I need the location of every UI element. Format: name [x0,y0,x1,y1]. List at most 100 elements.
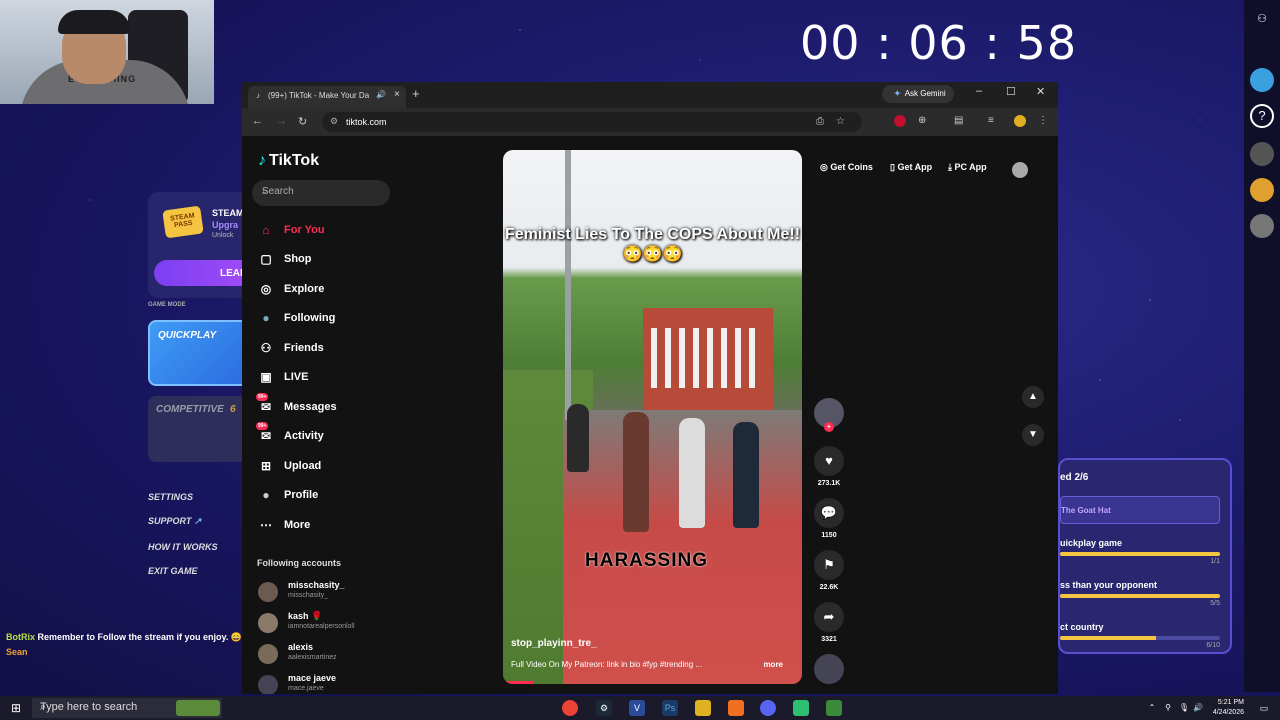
tiktok-favicon-icon: ♪ [256,91,260,100]
exit-game-link[interactable]: EXIT GAME [148,566,198,576]
reload-icon[interactable]: ↻ [298,115,307,128]
extension-icon[interactable] [894,115,906,127]
users-icon[interactable]: ⚇ [1250,12,1274,36]
viewer-avatar[interactable] [1250,214,1274,238]
nav-explore[interactable]: ◎ Explore [258,279,458,303]
network-icon[interactable]: ⚲ [1160,700,1176,716]
video-username[interactable]: stop_playinn_tre_ [511,638,597,649]
music-disc[interactable] [810,654,848,684]
back-icon[interactable]: ← [252,115,263,127]
file-explorer-icon[interactable] [695,700,711,716]
like-button[interactable]: ♥ 273.1K [810,446,848,487]
follow-plus-icon[interactable]: + [824,422,834,432]
volume-icon[interactable]: 🔊 [1190,700,1206,716]
music-disc-icon [814,654,844,684]
quickplay-card[interactable]: QUICKPLAY [148,320,248,386]
ask-gemini-button[interactable]: ✦ Ask Gemini [882,85,954,103]
following-account[interactable]: misschasity_ misschasity_ [258,580,458,608]
new-tab-button[interactable]: + [412,86,420,101]
nav-upload[interactable]: ⊞ Upload [258,456,458,480]
nav-live[interactable]: ▣ LIVE [258,367,458,391]
quest-label: uickplay game [1060,538,1123,548]
learn-more-button[interactable]: LEAR [154,260,254,286]
nav-activity[interactable]: ✉ 99+ Activity [256,422,458,450]
settings-link[interactable]: SETTINGS [148,492,193,502]
notifications-icon[interactable]: ▭ [1256,700,1272,716]
user-avatar[interactable] [1012,162,1028,178]
speaker-icon[interactable]: 🔊 [376,90,386,99]
nav-more[interactable]: ⋯ More [258,515,458,539]
get-app-label: Get App [897,162,933,172]
viewer-avatar[interactable] [1250,142,1274,166]
video-progress-bar[interactable] [503,681,533,684]
video-person [733,422,759,528]
help-icon[interactable]: ? [1250,104,1274,128]
coin-icon: ◎ [820,162,828,172]
maps-icon[interactable] [826,700,842,716]
following-account[interactable]: mace jaeve mace.jaeve [258,673,458,694]
nav-shop[interactable]: ▢ Shop [258,249,458,273]
forward-icon[interactable]: → [276,115,287,127]
tab-search-icon[interactable]: ▤ [954,115,963,126]
address-bar[interactable]: ⚙ tiktok.com ☆ ⎙ [322,112,862,132]
comment-button[interactable]: 💬 1150 [810,498,848,539]
app-icon[interactable] [793,700,809,716]
following-account[interactable]: alexis aalexismartinez [258,642,458,670]
how-it-works-link[interactable]: HOW IT WORKS [148,542,218,552]
bookmark-star-icon[interactable]: ☆ [836,116,845,127]
video-player[interactable]: Feminist Lies To The COPS About Me!!😳😳😳 … [503,150,802,684]
browser-menu-icon[interactable]: ⋮ [1038,115,1048,126]
photoshop-icon[interactable]: Ps [662,700,678,716]
brave-icon[interactable] [728,700,744,716]
competitive-card[interactable]: COMPETITIVE 6 [148,396,248,462]
chrome-icon[interactable] [562,700,578,716]
creator-avatar[interactable]: + [810,398,848,432]
nav-friends[interactable]: ⚇ Friends [258,338,458,362]
tray-chevron-icon[interactable]: ⌃ [1144,700,1160,716]
get-app-button[interactable]: ▯ Get App [890,162,932,173]
viewer-avatar[interactable] [1250,178,1274,202]
nav-label: Profile [284,489,319,501]
pc-app-button[interactable]: ⤓ PC App [948,162,987,173]
media-controls-icon[interactable]: ≡ [988,115,994,126]
clock-date: 4/24/2026 [1212,709,1244,716]
chevron-down-icon[interactable]: ▼ [1022,424,1044,446]
activity-icon: ✉ [260,429,272,443]
profile-avatar-icon[interactable] [1014,115,1026,127]
tiktok-page: ♪ TikTok ⌕ Search ⌂ For You ▢ Shop ◎ Explore… [242,136,1058,694]
search-highlight-icon[interactable] [176,700,220,716]
maximize-button[interactable]: ☐ [1006,85,1016,98]
search-input[interactable]: ⌕ Search [252,180,390,206]
account-name: alexis [288,642,314,652]
discord-icon[interactable] [760,700,776,716]
viewer-avatar[interactable] [1250,68,1274,92]
minimize-button[interactable]: – [976,85,982,97]
browser-tab[interactable]: ♪ (99+) TikTok - Make Your Da 🔊 × [248,86,406,108]
nav-for-you[interactable]: ⌂ For You [258,220,458,244]
chevron-up-icon[interactable]: ▲ [1022,386,1044,408]
extensions-puzzle-icon[interactable]: ⊕ [918,115,926,126]
save-button[interactable]: ⚑ 22.6K [810,550,848,591]
clock-time: 5:21 PM [1217,699,1244,706]
windows-start-icon[interactable]: ⊞ [8,700,24,716]
tab-close-icon[interactable]: × [394,89,400,100]
get-coins-button[interactable]: ◎ Get Coins [820,162,873,173]
steam-icon[interactable]: ⚙ [596,700,612,716]
video-person [679,418,705,528]
window-close-button[interactable]: ✕ [1036,85,1045,98]
nav-messages[interactable]: ✉ 99+ Messages [256,393,458,421]
nav-following[interactable]: ● Following [258,308,458,332]
following-account[interactable]: kash 🌹 iamnotarealpersonloll [258,611,458,639]
vegas-icon[interactable]: V [629,700,645,716]
taskbar-search-placeholder: Type here to search [40,701,138,713]
taskbar-clock[interactable]: 5:21 PM 4/24/2026 [1206,698,1244,718]
more-link[interactable]: more [763,660,783,669]
site-settings-icon[interactable]: ⚙ [330,116,338,127]
share-button[interactable]: ➦ 3321 [810,602,848,643]
nav-profile[interactable]: ● Profile [258,485,458,509]
support-link[interactable]: SUPPORT ↗ [148,516,201,527]
friends-icon: ⚇ [260,341,272,355]
video-person [567,404,589,472]
tiktok-logo[interactable]: ♪ TikTok [258,152,319,170]
install-app-icon[interactable]: ⎙ [816,116,824,127]
